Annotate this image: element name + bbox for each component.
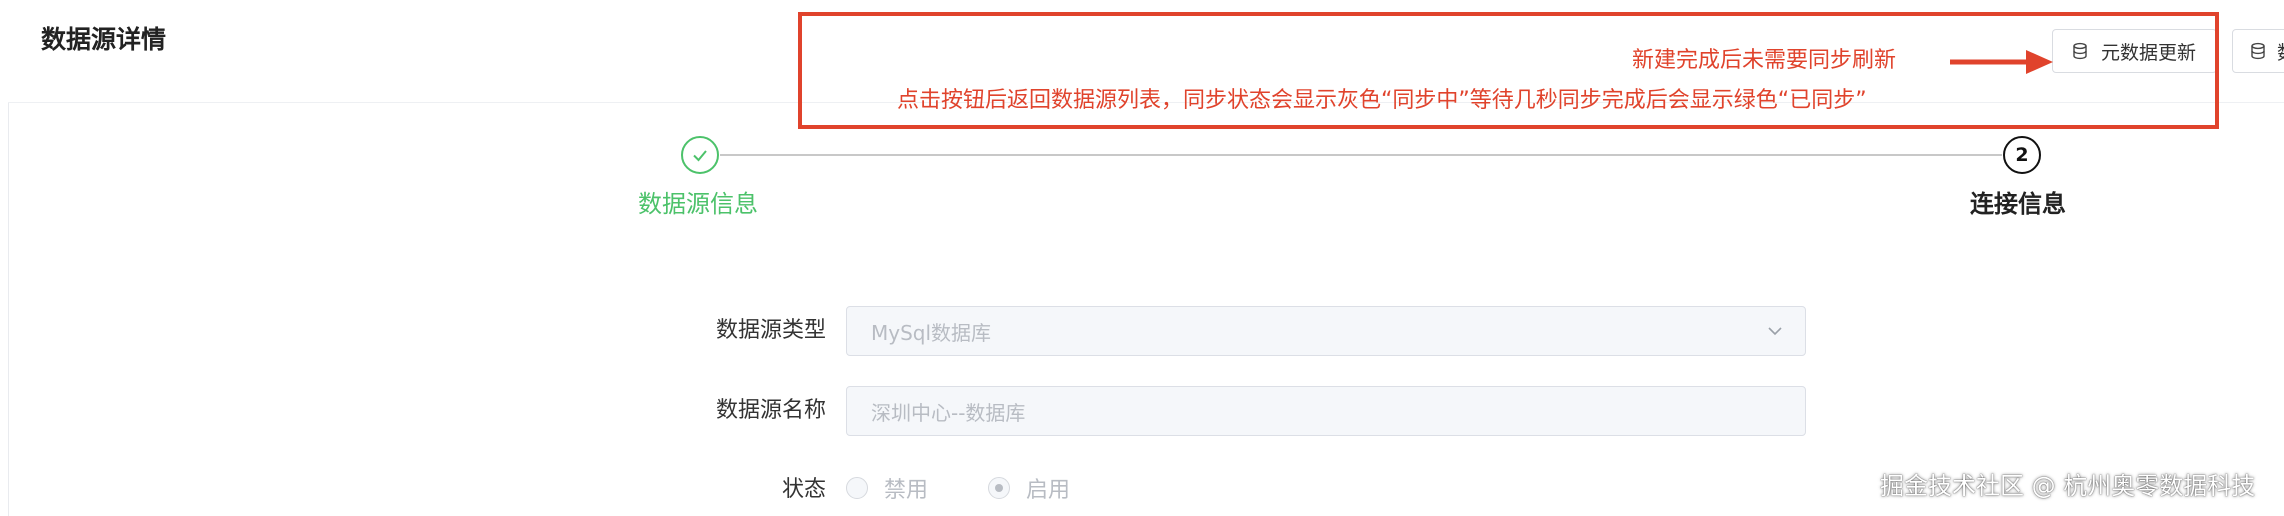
radio-checked-icon	[988, 477, 1011, 499]
annotation-arrow-icon	[1950, 50, 2053, 74]
status-option-enabled[interactable]: 启用	[988, 472, 1070, 504]
step-connector	[720, 154, 2002, 156]
step-1-label: 数据源信息	[638, 190, 758, 218]
datasource-name-input[interactable]: 深圳中心--数据库	[846, 386, 1806, 436]
page-title: 数据源详情	[41, 25, 167, 54]
status-option-label: 启用	[1026, 478, 1071, 503]
database-icon	[2249, 40, 2267, 62]
datasource-type-value: MySql数据库	[871, 320, 992, 345]
step-1-indicator	[681, 136, 719, 174]
data-button-label: 数	[2277, 38, 2284, 65]
step-2-indicator: 2	[2003, 136, 2041, 174]
annotation-line-1: 新建完成后未需要同步刷新	[1632, 48, 1897, 73]
datasource-type-label: 数据源类型	[715, 318, 826, 343]
radio-icon	[846, 477, 868, 499]
status-radio-group: 禁用 启用	[846, 472, 1070, 504]
status-option-label: 禁用	[884, 478, 929, 503]
datasource-name-value: 深圳中心--数据库	[871, 400, 1026, 425]
watermark: 掘金技术社区 @ 杭州奥零数据科技	[1880, 472, 2256, 500]
chevron-down-icon	[1768, 327, 1782, 336]
annotation-line-2: 点击按钮后返回数据源列表，同步状态会显示灰色“同步中”等待几秒同步完成后会显示绿…	[897, 88, 1867, 113]
datasource-type-select[interactable]: MySql数据库	[846, 306, 1806, 356]
check-icon	[693, 150, 707, 162]
datasource-name-label: 数据源名称	[715, 398, 826, 423]
steps: 数据源信息 2 连接信息	[0, 130, 2284, 230]
data-button-partial[interactable]: 数	[2232, 29, 2284, 73]
page: 数据源详情 元数据更新 数 新建完成后未需要同步刷新 点击按钮后返回数据源列表，…	[0, 0, 2284, 516]
step-2-number: 2	[2015, 144, 2029, 166]
status-label: 状态	[781, 477, 826, 502]
step-2-label: 连接信息	[1970, 190, 2066, 218]
status-option-disabled[interactable]: 禁用	[846, 472, 928, 504]
